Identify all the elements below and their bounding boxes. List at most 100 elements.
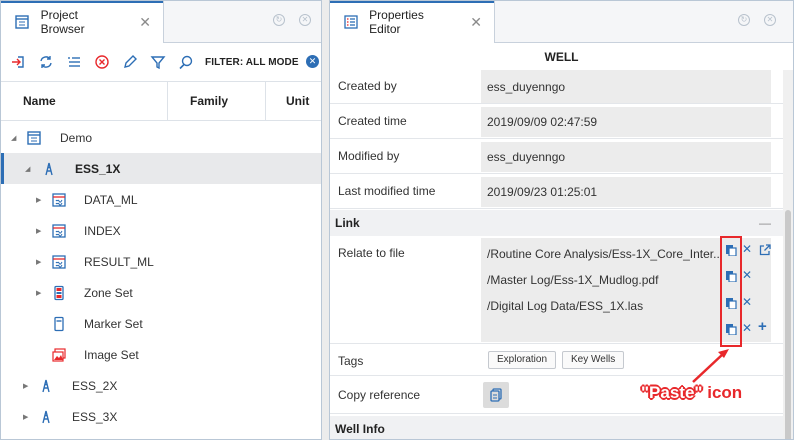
paste-icon-highlight [720,236,742,347]
panel-window-tools: ↻ ✕ [738,14,776,26]
project-browser-toolbar: FILTER: ALL MODE ✕ [1,44,321,80]
section-title: Well Info [335,422,385,436]
tag-exploration[interactable]: Exploration [488,351,557,369]
column-name[interactable]: Name [1,82,167,120]
tree-item-demo[interactable]: ◢ Demo [1,122,321,153]
close-panel-icon[interactable]: ✕ [299,14,311,26]
tree-item-result-ml[interactable]: ▶ RESULT_ML [1,246,321,277]
caret-right-icon[interactable]: ▶ [23,382,28,390]
prop-row-relate-to-file: Relate to file /Routine Core Analysis/Es… [330,236,783,344]
remove-link-icon[interactable]: ✕ [742,296,754,308]
collapse-icon[interactable]: — [759,210,771,236]
prop-row-created-by: Created by ess_duyenngo [330,70,783,104]
annotation-paste-word: "Paste" [641,383,703,402]
section-title: Link [335,216,360,230]
section-well-info[interactable]: Well Info [330,416,783,439]
well-icon [38,409,54,425]
properties-editor-icon [342,13,359,31]
dataset-icon [51,223,67,239]
import-icon[interactable] [9,53,27,71]
remove-link-icon[interactable]: ✕ [742,243,754,255]
copy-icon [490,388,502,402]
search-icon[interactable] [177,53,195,71]
caret-down-icon[interactable]: ◢ [11,134,16,142]
tree-item-marker-set[interactable]: Marker Set [1,308,321,339]
add-link-icon[interactable]: + [758,319,770,334]
tree-item-ess-3x[interactable]: ▶ ESS_3X [1,401,321,432]
refresh-icon[interactable] [37,53,55,71]
linked-file[interactable]: /Master Log/Ess-1X_Mudlog.pdf [487,273,658,287]
open-external-icon[interactable] [759,244,771,256]
prop-value: 2019/09/09 02:47:59 [481,107,771,137]
dataset-icon [51,254,67,270]
object-type-title: WELL [544,50,579,64]
remove-link-icon[interactable]: ✕ [742,269,754,281]
caret-right-icon[interactable]: ▶ [36,289,41,297]
prop-row-last-modified-time: Last modified time 2019/09/23 01:25:01 [330,174,783,209]
annotation-label: "Paste" icon [641,383,742,403]
prop-value: ess_duyenngo [481,70,771,103]
scrollbar-thumb[interactable] [785,210,791,439]
prop-row-created-time: Created time 2019/09/09 02:47:59 [330,104,783,139]
delete-icon[interactable] [93,53,111,71]
caret-down-icon[interactable]: ◢ [25,165,30,173]
filter-mode-label: FILTER: ALL MODE [205,56,299,68]
remove-link-icon[interactable]: ✕ [742,322,754,334]
tab-properties-editor[interactable]: Properties Editor ✕ [330,1,495,43]
close-icon[interactable]: ✕ [470,14,482,31]
tree-item-image-set[interactable]: Image Set [1,339,321,370]
zone-set-icon [51,285,67,301]
refresh-panel-icon[interactable]: ↻ [738,14,750,26]
close-panel-icon[interactable]: ✕ [764,14,776,26]
vertical-scrollbar[interactable] [783,70,793,439]
tree-item-ess-2x[interactable]: ▶ ESS_2X [1,370,321,401]
caret-right-icon[interactable]: ▶ [36,227,41,235]
caret-right-icon[interactable]: ▶ [36,258,41,266]
tree-item-zone-set[interactable]: ▶ Zone Set [1,277,321,308]
tree-item-index[interactable]: ▶ INDEX [1,215,321,246]
tree-item-label: DATA_ML [84,192,138,207]
tree-item-label: INDEX [84,223,121,238]
prop-label: Relate to file [338,246,405,260]
tree-item-label: Marker Set [84,316,143,331]
well-icon [38,378,54,394]
tree-item-ess-1x[interactable]: ◢ ESS_1X [1,153,321,184]
section-link[interactable]: Link — [330,210,783,236]
caret-right-icon[interactable]: ▶ [36,196,41,204]
prop-label: Copy reference [338,388,421,402]
tree-item-data-ml[interactable]: ▶ DATA_ML [1,184,321,215]
annotation-icon-word: icon [707,383,743,402]
well-icon [41,161,57,177]
prop-label: Last modified time [338,184,436,198]
tree-item-label: ESS_3X [72,409,118,424]
prop-value: 2019/09/23 01:25:01 [481,177,771,207]
tag-key-wells[interactable]: Key Wells [562,351,625,369]
prop-label: Modified by [338,149,400,163]
tab-project-browser[interactable]: Project Browser ✕ [1,1,164,43]
clear-filter-icon[interactable]: ✕ [306,55,319,68]
caret-right-icon[interactable]: ▶ [23,413,28,421]
refresh-panel-icon[interactable]: ↻ [273,14,285,26]
tab-label: Project Browser [40,8,85,36]
tree-item-label: Zone Set [84,285,133,300]
column-unit[interactable]: Unit [265,82,321,120]
tab-label: Properties Editor [369,8,424,36]
edit-icon[interactable] [121,53,139,71]
dataset-icon [51,192,67,208]
project-browser-tabbar: Project Browser ✕ ↻ ✕ [1,1,321,43]
copy-reference-button[interactable] [483,382,509,408]
list-edit-icon[interactable] [65,53,83,71]
prop-row-modified-by: Modified by ess_duyenngo [330,139,783,174]
marker-set-icon [51,316,67,332]
tree-item-label: Demo [60,130,93,145]
column-family[interactable]: Family [167,82,265,120]
close-icon[interactable]: ✕ [139,14,151,31]
prop-label: Created by [338,79,397,93]
project-icon [26,130,42,146]
filter-icon[interactable] [149,53,167,71]
tree-item-label: RESULT_ML [84,254,154,269]
annotation-arrow-icon [692,349,729,383]
tree-item-label: ESS_1X [75,161,121,176]
linked-file[interactable]: /Routine Core Analysis/Ess-1X_Core_Inter… [487,247,723,261]
linked-file[interactable]: /Digital Log Data/ESS_1X.las [487,299,643,313]
